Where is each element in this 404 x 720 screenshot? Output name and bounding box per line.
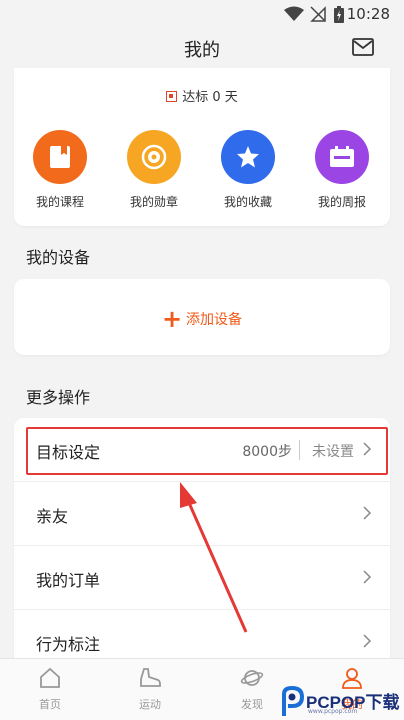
home-icon bbox=[40, 667, 60, 688]
tab-discover[interactable]: 发现 bbox=[222, 667, 282, 712]
tab-label: 首页 bbox=[39, 698, 61, 711]
watermark-url: www.pcpop.com bbox=[308, 708, 358, 715]
shoe-icon bbox=[140, 668, 161, 687]
planet-icon bbox=[240, 670, 264, 686]
watermark-logo: PCPOP下载 www.pcpop.com bbox=[278, 684, 404, 720]
tab-label: 发现 bbox=[241, 698, 263, 711]
tab-home[interactable]: 首页 bbox=[20, 667, 80, 712]
tab-sport[interactable]: 运动 bbox=[120, 667, 180, 712]
tab-label: 运动 bbox=[139, 698, 161, 711]
annotation-arrow bbox=[180, 482, 248, 633]
pcpop-logo-icon bbox=[282, 686, 305, 716]
